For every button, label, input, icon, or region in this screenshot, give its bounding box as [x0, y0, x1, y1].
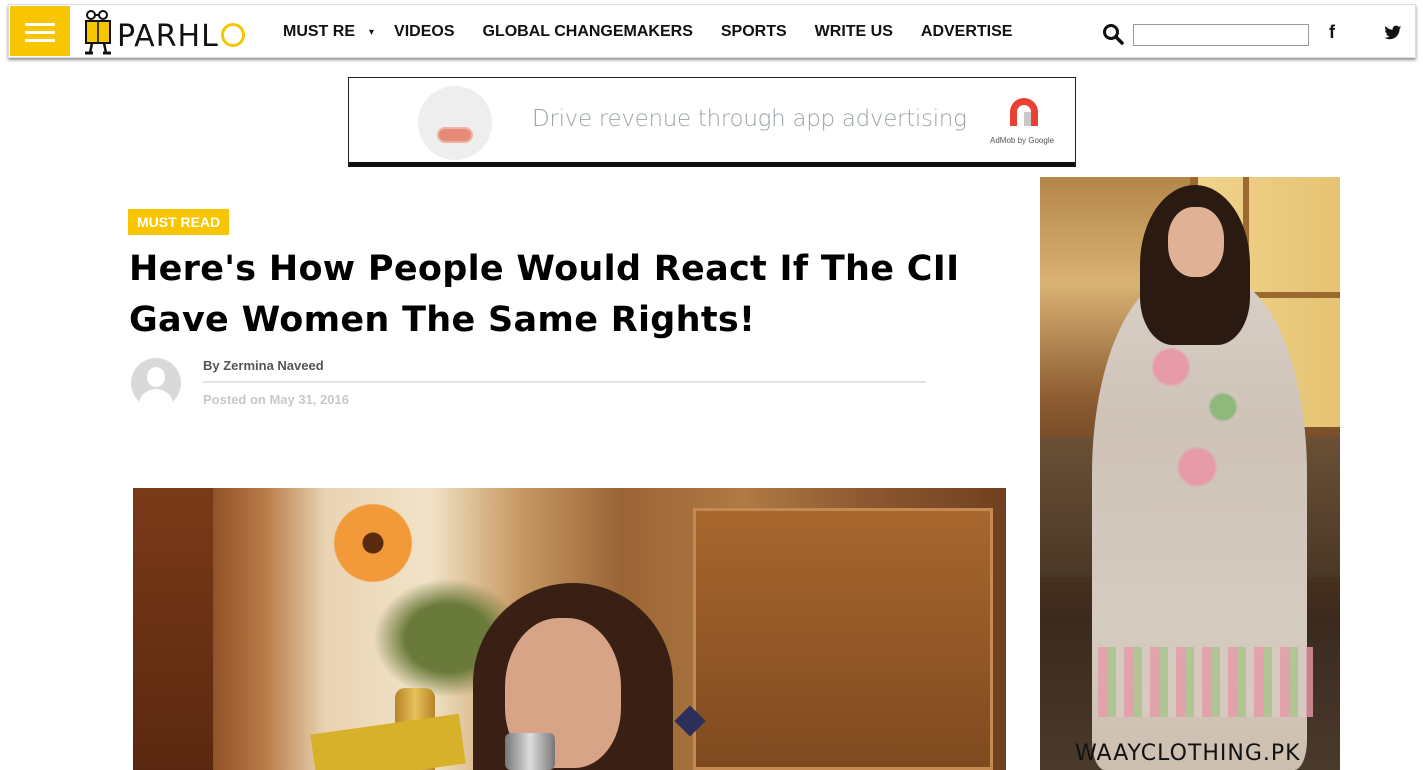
facebook-icon[interactable]: f — [1329, 22, 1335, 43]
category-badge[interactable]: MUST READ — [128, 209, 230, 235]
top-navbar: PARHL MUST RE ▾ VIDEOS GLOBAL CHANGEMAKE… — [8, 4, 1416, 58]
main-nav: MUST RE ▾ VIDEOS GLOBAL CHANGEMAKERS SPO… — [283, 5, 1040, 59]
menu-icon[interactable] — [10, 6, 70, 56]
byline-divider — [203, 381, 926, 383]
nav-item-sports[interactable]: SPORTS — [721, 23, 787, 41]
site-logo[interactable]: PARHL — [81, 9, 253, 55]
nav-item-global-changemakers[interactable]: GLOBAL CHANGEMAKERS — [483, 23, 693, 41]
chevron-down-icon[interactable]: ▾ — [369, 27, 374, 38]
nav-item-advertise[interactable]: ADVERTISE — [921, 23, 1013, 41]
article-hero-image — [133, 488, 1006, 770]
ad-headline: Drive revenue through app advertising — [532, 106, 967, 132]
ad-pill-graphic — [437, 127, 473, 143]
ad-app-icon — [418, 86, 492, 160]
twitter-icon[interactable] — [1384, 25, 1402, 41]
logo-mascot-icon — [85, 10, 111, 55]
search-input[interactable] — [1133, 24, 1309, 46]
side-ad-image[interactable] — [1040, 177, 1340, 770]
side-ad-caption: WAAYCLOTHING.PK — [1075, 741, 1301, 766]
ad-banner[interactable]: Drive revenue through app advertising Ad… — [348, 77, 1076, 167]
nav-item-must-read[interactable]: MUST RE — [283, 23, 369, 41]
nav-item-write-us[interactable]: WRITE US — [815, 23, 893, 41]
author-avatar[interactable] — [131, 358, 181, 408]
nav-item-videos[interactable]: VIDEOS — [394, 23, 454, 41]
search-icon[interactable] — [1102, 23, 1124, 45]
admob-logo-icon — [1010, 98, 1038, 126]
author-byline[interactable]: By Zermina Naveed — [203, 358, 324, 373]
logo-wordmark: PARHL — [117, 19, 245, 54]
post-date: Posted on May 31, 2016 — [203, 392, 349, 407]
admob-caption: AdMob by Google — [990, 136, 1055, 145]
article-headline: Here's How People Would React If The CII… — [129, 249, 960, 340]
